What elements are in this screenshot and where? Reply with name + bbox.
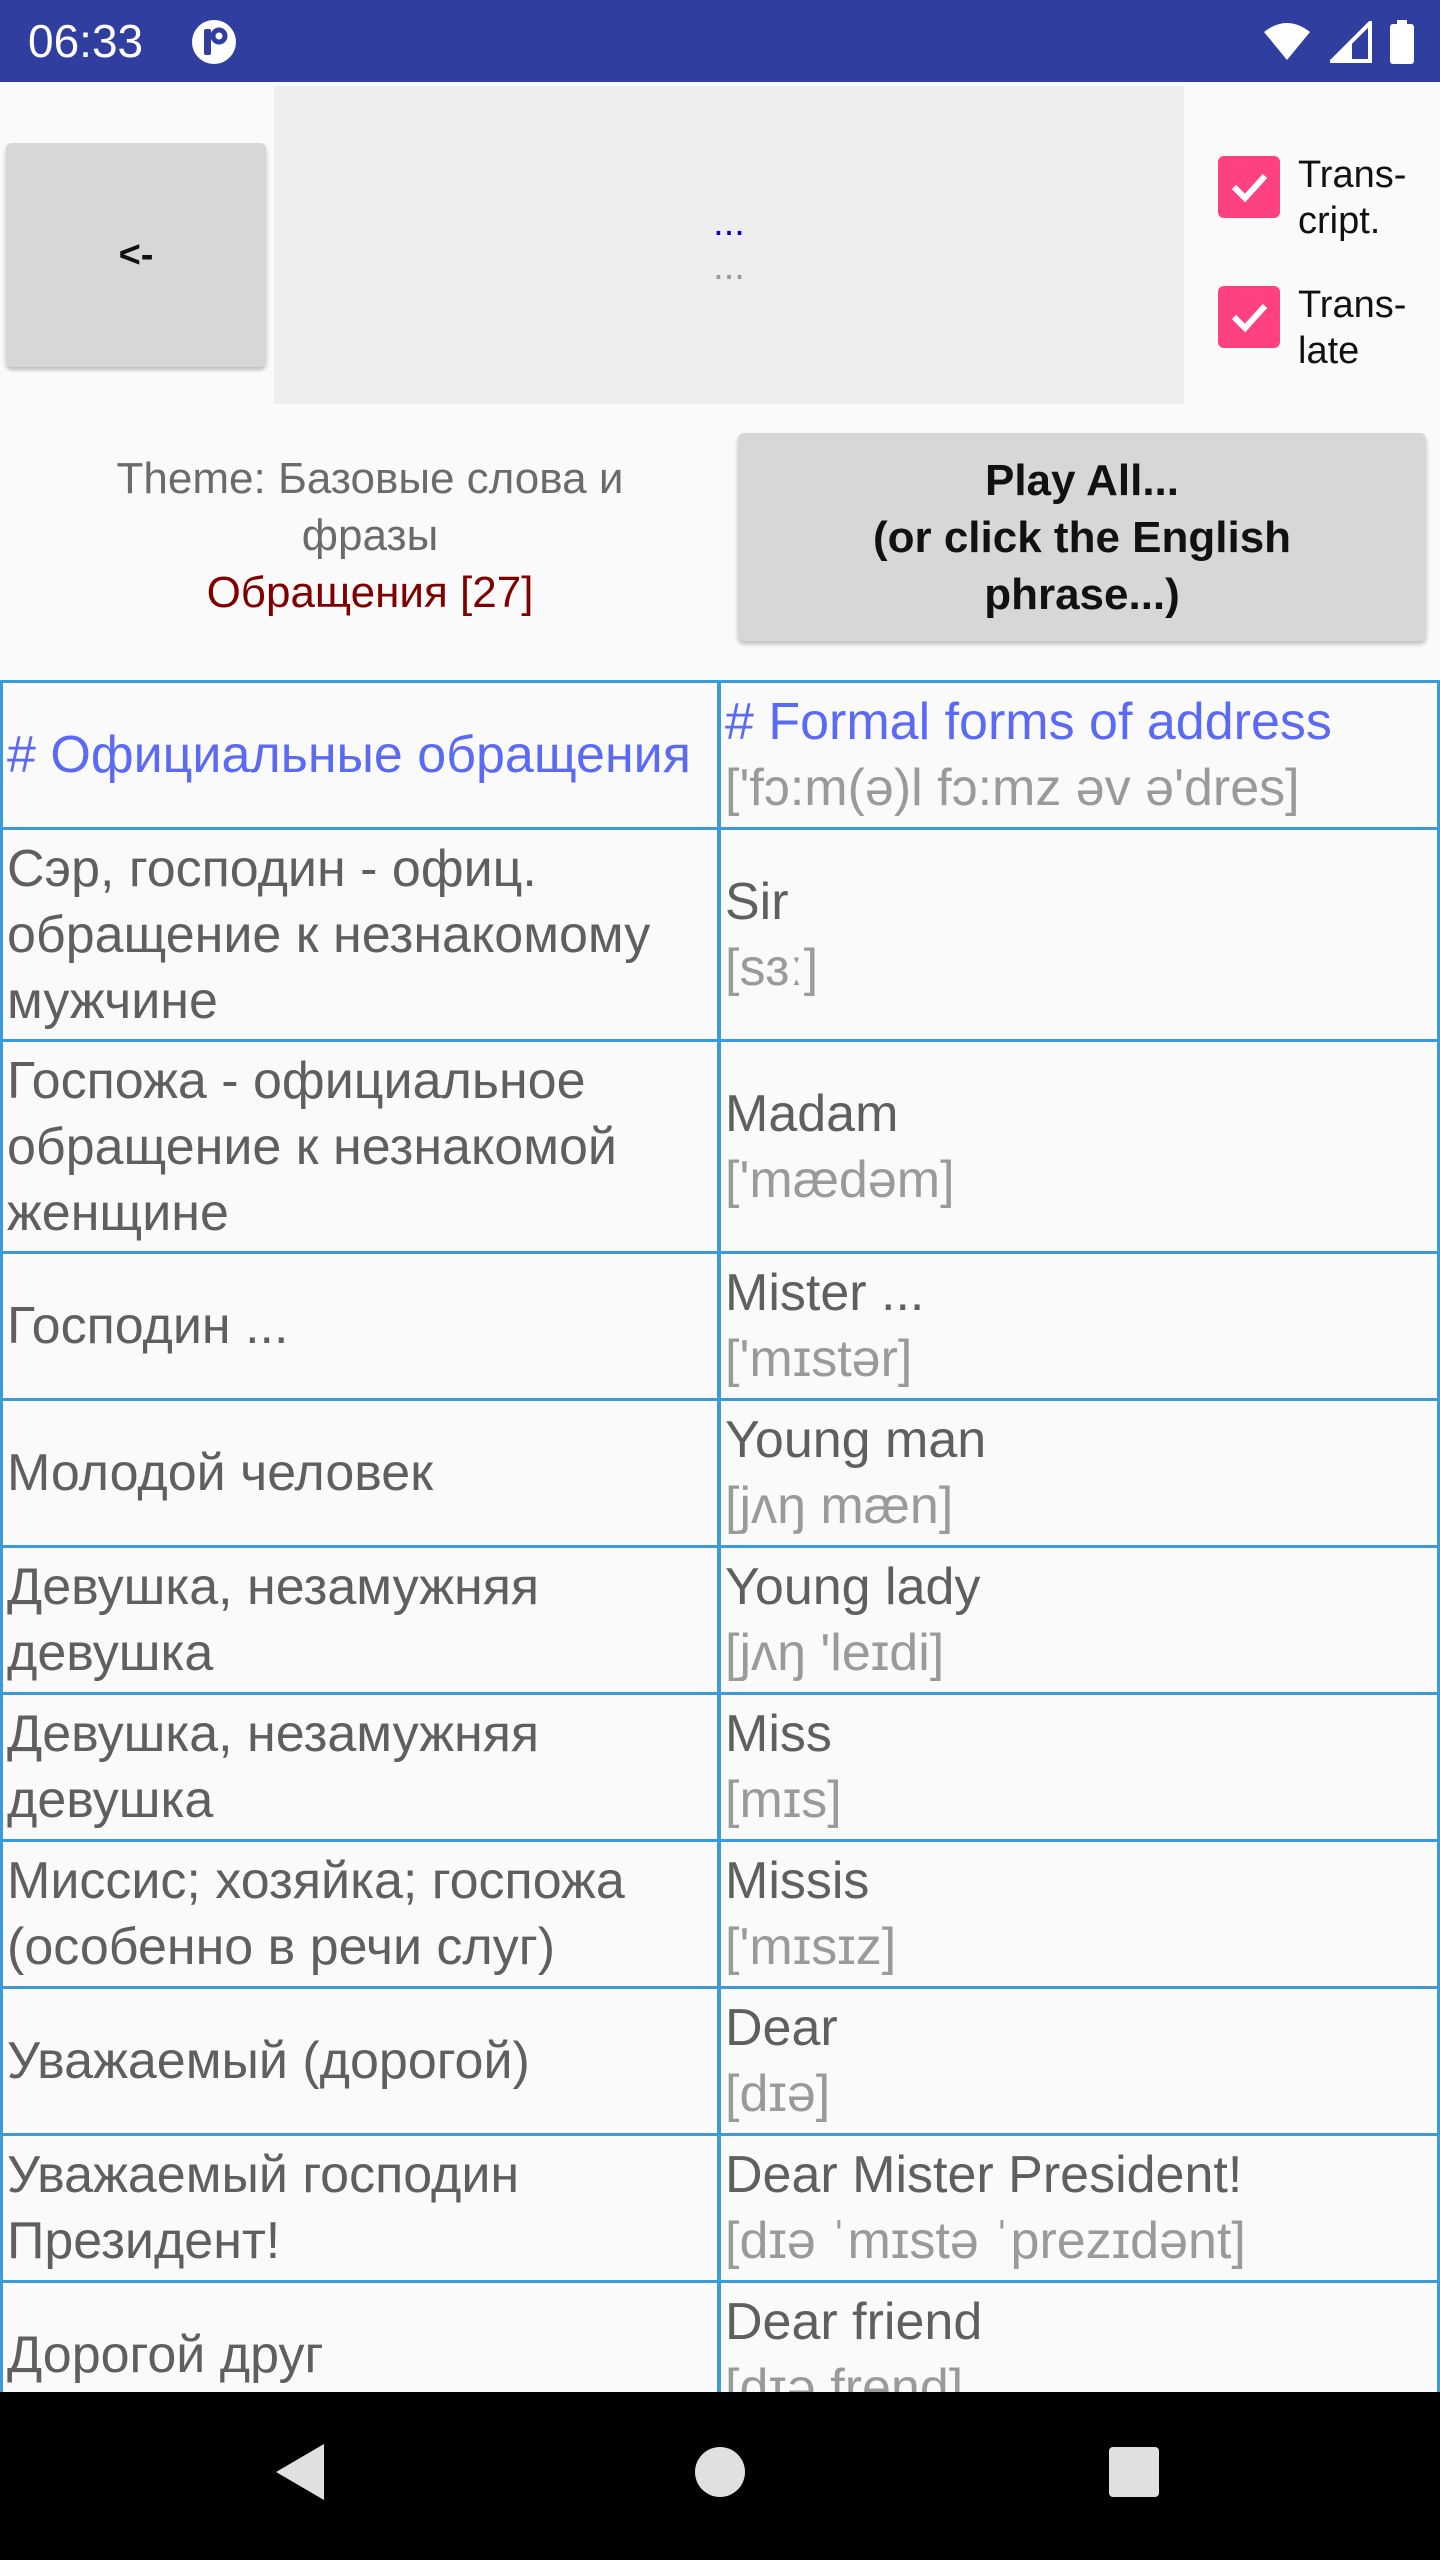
transcription: [jʌŋ 'leɪdi] — [725, 1624, 945, 1682]
english-phrase[interactable]: Madam — [725, 1081, 1433, 1147]
english-phrase[interactable]: Dear — [725, 1995, 1433, 2061]
table-row: Уважаемый (дорогой) Dear [dɪə] — [0, 1986, 1440, 2136]
table-row: Девушка, незамужняя девушка Young lady [jʌ… — [0, 1545, 1440, 1695]
current-phrase: ... — [713, 202, 745, 244]
russian-cell: Господин ... — [0, 1251, 720, 1401]
table-row: Господин ... Mister ... ['mɪstər] — [0, 1251, 1440, 1401]
english-phrase[interactable]: Young lady — [725, 1554, 1433, 1620]
russian-cell: Миссис; хозяйка; госпожа (особенно в реч… — [0, 1839, 720, 1989]
transcription: [dɪə] — [725, 2065, 831, 2123]
english-cell[interactable]: Sir [sɜː] — [718, 827, 1440, 1042]
battery-icon — [1390, 20, 1414, 64]
english-phrase[interactable]: Sir — [725, 869, 1433, 935]
table-row: Дорогой друг Dear friend [dɪə frend] — [0, 2280, 1440, 2392]
transcription: [mɪs] — [725, 1771, 842, 1829]
table-row: Госпожа - официальное обращение к незнак… — [0, 1039, 1440, 1254]
status-bar: 06:33 — [0, 0, 1440, 82]
theme-title: Theme: Базовые слова и фразы — [116, 454, 624, 560]
wifi-icon — [1264, 23, 1310, 60]
recents-icon[interactable] — [1108, 2446, 1160, 2498]
translate-checkbox[interactable] — [1218, 286, 1280, 348]
russian-cell: Уважаемый (дорогой) — [0, 1986, 720, 2136]
english-phrase[interactable]: Young man — [725, 1407, 1433, 1473]
checkmark-icon — [1231, 303, 1268, 333]
english-phrase[interactable]: Miss — [725, 1701, 1433, 1767]
table-row: Сэр, господин - офиц. обращение к незнак… — [0, 827, 1440, 1042]
russian-phrase: Молодой человек — [7, 1444, 433, 1502]
english-phrase[interactable]: # Formal forms of address — [725, 689, 1433, 755]
russian-phrase: # Официальные обращения — [7, 726, 691, 784]
english-cell[interactable]: Madam ['mædəm] — [718, 1039, 1440, 1254]
english-cell[interactable]: Mister ... ['mɪstər] — [718, 1251, 1440, 1401]
table-row: Молодой человек Young man [jʌŋ mæn] — [0, 1398, 1440, 1548]
translate-label: Trans- late — [1298, 284, 1407, 372]
table-row: Миссис; хозяйка; госпожа (особенно в реч… — [0, 1839, 1440, 1989]
transcription: ['fɔ:m(ə)l fɔ:mz əv ə'dres] — [725, 759, 1300, 817]
english-cell[interactable]: # Formal forms of address ['fɔ:m(ə)l fɔ:m… — [718, 680, 1440, 830]
clock: 06:33 — [28, 15, 144, 67]
russian-phrase: Госпожа - официальное обращение к незнак… — [7, 1051, 617, 1242]
table-header-row: # Официальные обращения # Formal forms of… — [0, 680, 1440, 830]
english-phrase[interactable]: Mister ... — [725, 1260, 1433, 1326]
russian-cell: Девушка, незамужняя девушка — [0, 1545, 720, 1695]
current-transcription: ... — [713, 246, 745, 288]
play-all-button[interactable]: Play All... (or click the English phrase… — [738, 433, 1426, 641]
transcription: ['mædəm] — [725, 1150, 955, 1209]
transcript-checkbox[interactable] — [1218, 156, 1280, 218]
theme-subtitle: Обращения [27] — [206, 568, 534, 617]
table-row: Девушка, незамужняя девушка Miss [mɪs] — [0, 1692, 1440, 1842]
status-icons — [1262, 18, 1414, 66]
back-icon[interactable] — [270, 2440, 330, 2504]
russian-phrase: Господин ... — [7, 1297, 289, 1355]
app-notification-icon — [192, 20, 236, 64]
transcription: [dɪə ˈmɪstə ˈprezɪdənt] — [725, 2212, 1246, 2270]
transcription: [jʌŋ mæn] — [725, 1477, 954, 1535]
back-button[interactable]: <- — [6, 143, 266, 367]
table-row: Уважаемый господин Президент! Dear Mister… — [0, 2133, 1440, 2283]
theme-info: Theme: Базовые слова и фразы Обращения [… — [60, 450, 680, 621]
checkmark-icon — [1231, 173, 1268, 203]
signal-icon — [1330, 21, 1372, 63]
english-cell[interactable]: Missis ['mɪsɪz] — [718, 1839, 1440, 1989]
russian-phrase: Уважаемый господин Президент! — [7, 2146, 520, 2270]
russian-cell: # Официальные обращения — [0, 680, 720, 830]
english-phrase[interactable]: Dear Mister President! — [725, 2142, 1433, 2208]
navigation-bar — [0, 2392, 1440, 2560]
transcription: [dɪə frend] — [725, 2359, 964, 2392]
english-phrase[interactable]: Dear friend — [725, 2289, 1433, 2355]
english-cell[interactable]: Dear [dɪə] — [718, 1986, 1440, 2136]
russian-cell: Девушка, незамужняя девушка — [0, 1692, 720, 1842]
english-cell[interactable]: Dear friend [dɪə frend] — [718, 2280, 1440, 2392]
russian-phrase: Уважаемый (дорогой) — [7, 2032, 530, 2090]
russian-cell: Госпожа - официальное обращение к незнак… — [0, 1039, 720, 1254]
transcription: ['mɪsɪz] — [725, 1918, 897, 1976]
transcription: [sɜː] — [725, 938, 819, 997]
russian-phrase: Сэр, господин - офиц. обращение к незнак… — [7, 839, 651, 1030]
russian-cell: Уважаемый господин Президент! — [0, 2133, 720, 2283]
russian-cell: Дорогой друг — [0, 2280, 720, 2392]
russian-cell: Сэр, господин - офиц. обращение к незнак… — [0, 827, 720, 1042]
english-cell[interactable]: Young lady [jʌŋ 'leɪdi] — [718, 1545, 1440, 1695]
russian-phrase: Девушка, незамужняя девушка — [7, 1558, 540, 1682]
english-cell[interactable]: Miss [mɪs] — [718, 1692, 1440, 1842]
translate-toggle[interactable]: Trans- late — [1218, 282, 1406, 374]
russian-cell: Молодой человек — [0, 1398, 720, 1548]
transcript-toggle[interactable]: Trans- cript. — [1218, 152, 1406, 244]
english-phrase[interactable]: Missis — [725, 1848, 1433, 1914]
english-cell[interactable]: Dear Mister President! [dɪə ˈmɪstə ˈprezɪ… — [718, 2133, 1440, 2283]
phrase-table: # Официальные обращения # Formal forms of… — [0, 680, 1440, 2392]
home-icon[interactable] — [694, 2446, 746, 2498]
transcription: ['mɪstər] — [725, 1330, 913, 1388]
transcript-label: Trans- cript. — [1298, 154, 1407, 242]
russian-phrase: Дорогой друг — [7, 2326, 324, 2384]
current-phrase-panel[interactable]: ... ... — [274, 86, 1184, 404]
english-cell[interactable]: Young man [jʌŋ mæn] — [718, 1398, 1440, 1548]
russian-phrase: Миссис; хозяйка; госпожа (особенно в реч… — [7, 1852, 625, 1976]
russian-phrase: Девушка, незамужняя девушка — [7, 1705, 540, 1829]
